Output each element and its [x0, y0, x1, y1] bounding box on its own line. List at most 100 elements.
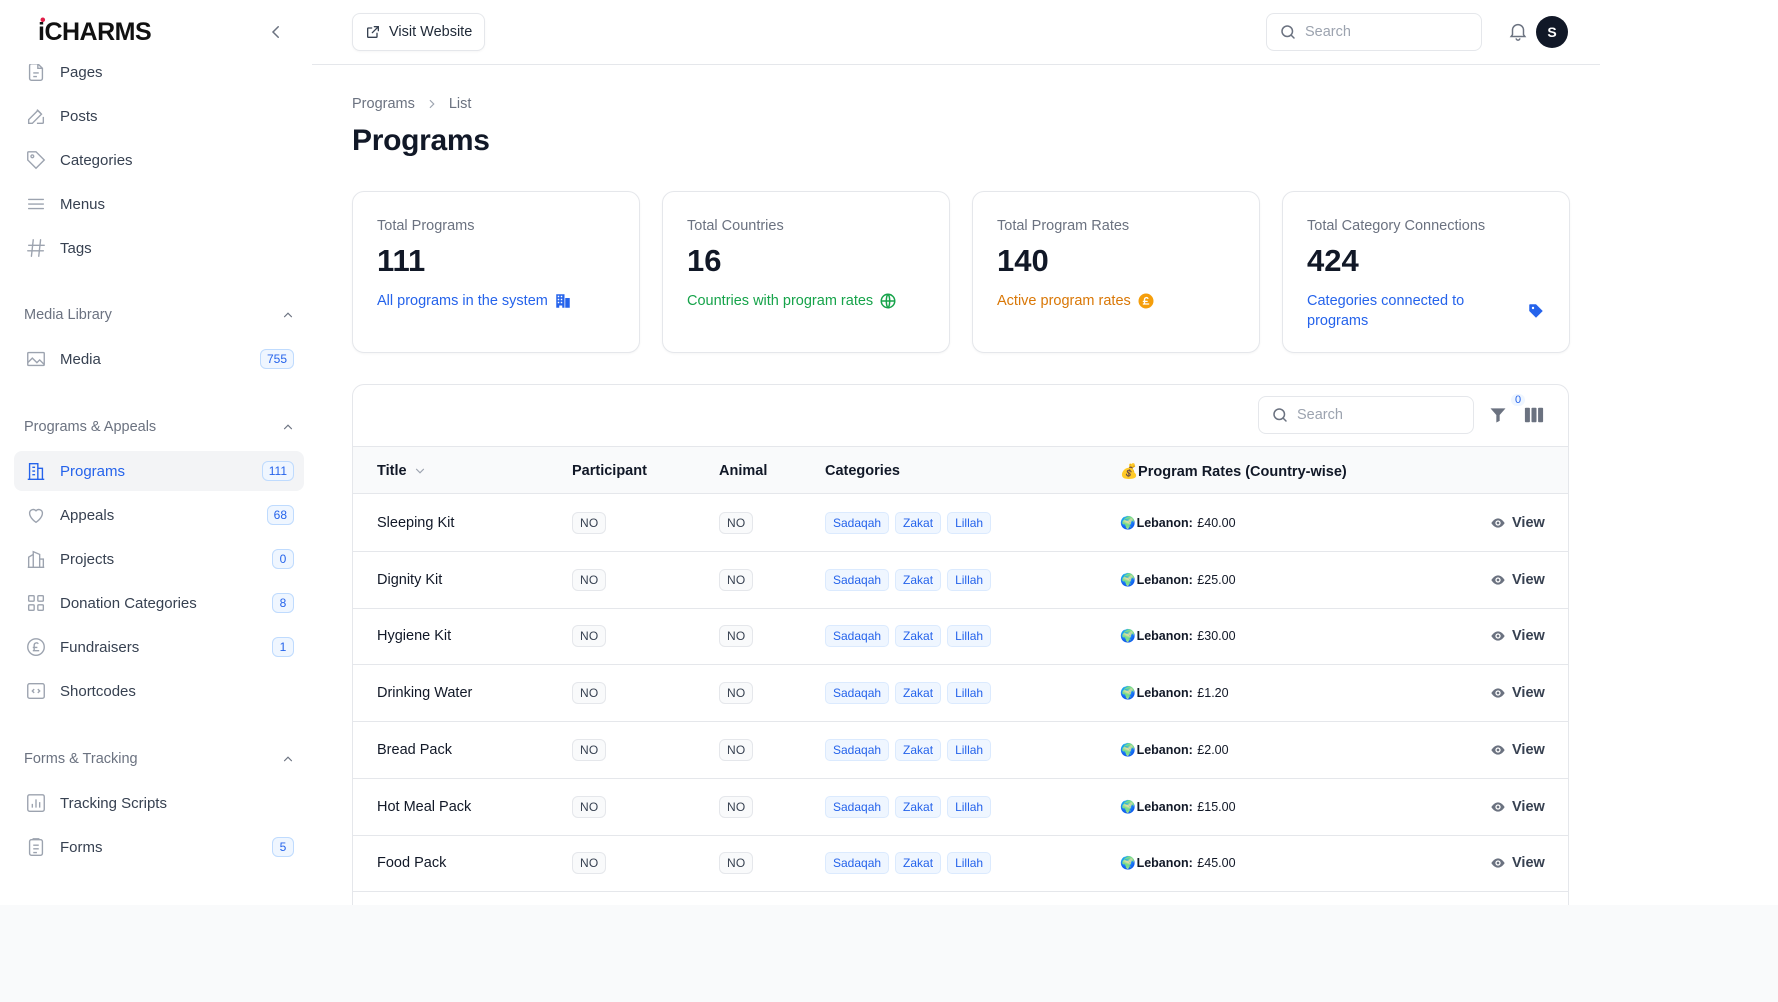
breadcrumb: Programs List: [352, 96, 471, 112]
sidebar-item-label: Appeals: [60, 506, 115, 524]
sidebar-item-tracking-scripts[interactable]: Tracking Scripts: [14, 783, 304, 823]
column-header-title[interactable]: Title: [377, 447, 427, 495]
stat-desc-text: All programs in the system: [377, 293, 548, 309]
table-search-input[interactable]: [1297, 407, 1461, 423]
animal-badge: NO: [719, 682, 754, 704]
stat-card-total-programs: Total Programs 111 All programs in the s…: [352, 191, 640, 353]
view-button[interactable]: View: [1490, 855, 1545, 871]
participant-badge: NO: [572, 569, 607, 591]
stat-description: Countries with program rates: [687, 291, 925, 311]
bell-icon[interactable]: [1507, 20, 1531, 44]
sidebar-item-projects[interactable]: Projects 0: [14, 539, 304, 579]
tag-icon: [24, 148, 48, 172]
stat-description: Active program rates: [997, 291, 1235, 311]
group-forms-tracking[interactable]: Forms & Tracking: [24, 745, 296, 773]
clipboard-icon: [24, 835, 48, 859]
breadcrumb-programs-link[interactable]: Programs: [352, 96, 415, 112]
table-toolbar: 0: [353, 385, 1568, 446]
sidebar-item-programs[interactable]: Programs 111: [14, 451, 304, 491]
user-avatar[interactable]: S: [1536, 16, 1568, 48]
rate-country: Lebanon:: [1136, 800, 1193, 814]
globe-icon: 🌍: [1120, 799, 1136, 814]
columns-toggle-icon[interactable]: [1523, 405, 1545, 425]
category-tag: Zakat: [895, 852, 942, 874]
eye-icon: [1490, 628, 1506, 644]
view-label: View: [1512, 742, 1545, 758]
view-label: View: [1512, 515, 1545, 531]
cell-program-rates: 🌍 Lebanon: £25.00: [1120, 552, 1236, 608]
search-icon: [1271, 406, 1289, 424]
cell-animal: NO: [719, 722, 754, 778]
view-button[interactable]: View: [1490, 742, 1545, 758]
sidebar-item-fundraisers[interactable]: Fundraisers 1: [14, 627, 304, 667]
global-search[interactable]: [1266, 13, 1482, 51]
sidebar-item-media[interactable]: Media 755: [14, 339, 304, 379]
sidebar-item-tags[interactable]: Tags: [14, 228, 304, 268]
category-tag: Lillah: [947, 625, 992, 647]
sidebar-item-appeals[interactable]: Appeals 68: [14, 495, 304, 535]
chevron-up-icon: [280, 419, 296, 435]
table-row: Hygiene Kit NO NO Sadaqah Zakat Lillah 🌍 L…: [353, 608, 1568, 665]
rate-country: Lebanon:: [1136, 686, 1193, 700]
sidebar-item-label: Projects: [60, 550, 115, 568]
heart-icon: [24, 503, 48, 527]
rate-country: Lebanon:: [1136, 629, 1193, 643]
building-icon: [554, 291, 572, 311]
sidebar-item-menus[interactable]: Menus: [14, 184, 304, 224]
group-media-library[interactable]: Media Library: [24, 301, 296, 329]
column-header-categories: Categories: [825, 463, 900, 479]
sidebar-item-shortcodes[interactable]: Shortcodes: [14, 671, 304, 711]
rate-value: £2.00: [1193, 743, 1229, 757]
sidebar-item-forms[interactable]: Forms 5: [14, 827, 304, 867]
sidebar-item-donation-categories[interactable]: Donation Categories 8: [14, 583, 304, 623]
sidebar-item-label: Programs: [60, 462, 126, 480]
sidebar-item-categories[interactable]: Categories: [14, 140, 304, 180]
cell-participant: NO: [572, 722, 607, 778]
pencil-square-icon: [24, 104, 48, 128]
view-label: View: [1512, 799, 1545, 815]
cell-categories: Sadaqah Zakat Lillah: [825, 552, 992, 608]
group-label: Programs & Appeals: [24, 419, 157, 435]
sidebar-item-posts[interactable]: Posts: [14, 96, 304, 136]
view-button[interactable]: View: [1490, 515, 1545, 531]
category-tag: Zakat: [895, 625, 942, 647]
code-bracket-icon: [24, 679, 48, 703]
filter-icon[interactable]: [1488, 405, 1508, 425]
view-button[interactable]: View: [1490, 685, 1545, 701]
view-button[interactable]: View: [1490, 799, 1545, 815]
collapse-sidebar-chevron-left-icon[interactable]: [264, 20, 288, 44]
table-search[interactable]: [1258, 396, 1474, 434]
cell-actions: View: [1490, 835, 1545, 891]
brand-logo[interactable]: • iCHARMS: [38, 12, 152, 47]
logo-dot-icon: •: [40, 11, 46, 29]
building-library-icon: [24, 547, 48, 571]
category-tag: Sadaqah: [825, 569, 890, 591]
view-button[interactable]: View: [1490, 628, 1545, 644]
visit-website-button[interactable]: Visit Website: [352, 13, 486, 51]
view-button[interactable]: View: [1490, 572, 1545, 588]
stat-value: 111: [377, 243, 426, 278]
category-tag: Sadaqah: [825, 739, 890, 761]
cell-program-rates: 🌍 Lebanon: £45.00: [1120, 835, 1236, 891]
chevron-up-icon: [280, 751, 296, 767]
category-tag: Sadaqah: [825, 682, 890, 704]
pound-circle-icon: [1137, 291, 1155, 311]
cell-participant: NO: [572, 665, 607, 721]
global-search-input[interactable]: [1305, 24, 1469, 40]
cell-participant: NO: [572, 495, 607, 551]
group-programs-appeals[interactable]: Programs & Appeals: [24, 413, 296, 441]
count-badge: 8: [272, 593, 294, 613]
animal-badge: NO: [719, 852, 754, 874]
animal-badge: NO: [719, 625, 754, 647]
page-gutter: [1600, 0, 1778, 1002]
category-tag: Lillah: [947, 512, 992, 534]
stat-card-total-category-connections: Total Category Connections 424 Categorie…: [1282, 191, 1570, 353]
cell-categories: Sadaqah Zakat Lillah: [825, 608, 992, 664]
stat-value: 424: [1307, 243, 1359, 278]
chevron-down-icon: [413, 464, 427, 478]
participant-badge: NO: [572, 682, 607, 704]
cell-title: Hot Meal Pack: [377, 799, 472, 815]
eye-icon: [1490, 855, 1506, 871]
category-tag: Zakat: [895, 569, 942, 591]
cell-actions: View: [1490, 608, 1545, 664]
